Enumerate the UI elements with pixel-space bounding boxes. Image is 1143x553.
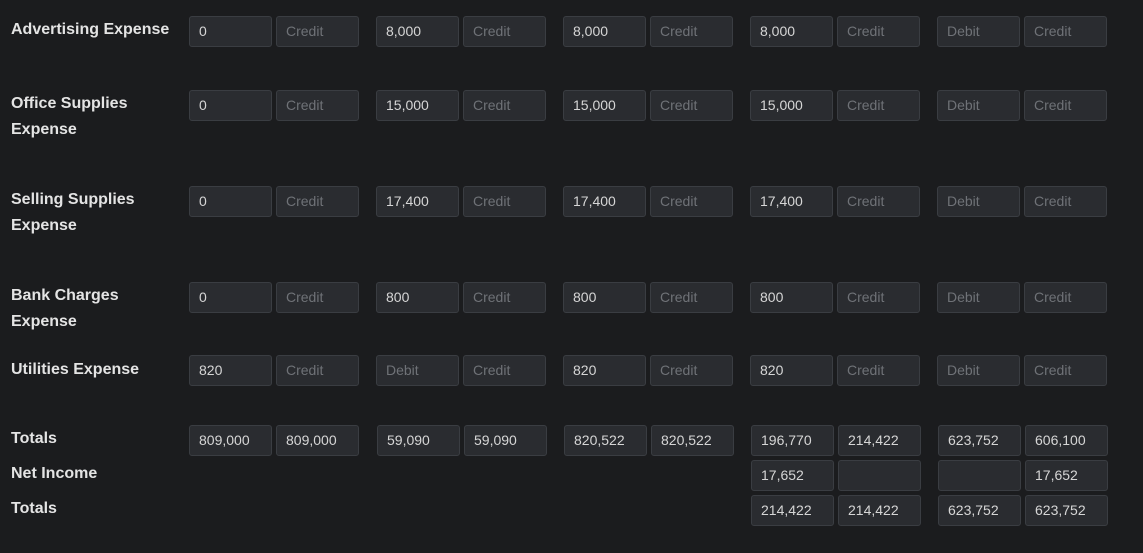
balance-sheet-debit-input[interactable]: Debit bbox=[937, 16, 1020, 47]
trial-balance-debit-total[interactable]: 809,000 bbox=[189, 425, 272, 456]
adjusted-tb-debit-input[interactable]: 800 bbox=[563, 282, 646, 313]
balance-sheet-credit-input[interactable]: Credit bbox=[1024, 186, 1107, 217]
adjustments-debit-input[interactable]: 17,400 bbox=[376, 186, 459, 217]
adjustments-debit-total[interactable]: 59,090 bbox=[377, 425, 460, 456]
balance-sheet-credit-input[interactable]: Credit bbox=[1024, 355, 1107, 386]
adjusted-tb-credit-input[interactable]: Credit bbox=[650, 282, 733, 313]
adjustments-credit-input[interactable]: Credit bbox=[463, 355, 546, 386]
income-statement-debit-input[interactable]: 15,000 bbox=[750, 90, 833, 121]
income-statement-debit-total[interactable]: 196,770 bbox=[751, 425, 834, 456]
row-label-selling-supplies-expense: Selling Supplies Expense bbox=[11, 191, 135, 234]
income-statement-credit-input[interactable]: Credit bbox=[837, 16, 920, 47]
trial-balance-credit-input[interactable]: Credit bbox=[276, 355, 359, 386]
adjusted-tb-debit-input[interactable]: 17,400 bbox=[563, 186, 646, 217]
worksheet: Advertising Expense 0 Credit 8,000 Credi… bbox=[0, 0, 1143, 553]
trial-balance-credit-input[interactable]: Credit bbox=[276, 282, 359, 313]
trial-balance-credit-input[interactable]: Credit bbox=[276, 16, 359, 47]
balance-sheet-debit-input[interactable]: Debit bbox=[937, 355, 1020, 386]
trial-balance-credit-input[interactable]: Credit bbox=[276, 90, 359, 121]
income-statement-debit-input[interactable]: 820 bbox=[750, 355, 833, 386]
income-statement-credit-total[interactable]: 214,422 bbox=[838, 425, 921, 456]
adjustments-debit-input[interactable]: Debit bbox=[376, 355, 459, 386]
trial-balance-debit-input[interactable]: 0 bbox=[189, 90, 272, 121]
adjustments-debit-input[interactable]: 800 bbox=[376, 282, 459, 313]
row-label-advertising-expense: Advertising Expense bbox=[11, 21, 170, 38]
trial-balance-debit-input[interactable]: 0 bbox=[189, 186, 272, 217]
income-statement-credit-input[interactable]: Credit bbox=[837, 90, 920, 121]
final-bs-debit-total[interactable]: 623,752 bbox=[938, 495, 1021, 526]
trial-balance-debit-input[interactable]: 820 bbox=[189, 355, 272, 386]
final-bs-credit-total[interactable]: 623,752 bbox=[1025, 495, 1108, 526]
row-label-bank-charges-expense: Bank Charges Expense bbox=[11, 287, 119, 330]
net-income-bs-credit[interactable]: 17,652 bbox=[1025, 460, 1108, 491]
balance-sheet-credit-input[interactable]: Credit bbox=[1024, 282, 1107, 313]
adjustments-credit-input[interactable]: Credit bbox=[463, 16, 546, 47]
income-statement-credit-input[interactable]: Credit bbox=[837, 282, 920, 313]
row-label-utilities-expense: Utilities Expense bbox=[11, 361, 140, 378]
row-label-office-supplies-expense: Office Supplies Expense bbox=[11, 95, 128, 138]
adjusted-tb-credit-input[interactable]: Credit bbox=[650, 186, 733, 217]
adjustments-debit-input[interactable]: 8,000 bbox=[376, 16, 459, 47]
adjusted-tb-debit-total[interactable]: 820,522 bbox=[564, 425, 647, 456]
trial-balance-credit-input[interactable]: Credit bbox=[276, 186, 359, 217]
income-statement-credit-input[interactable]: Credit bbox=[837, 186, 920, 217]
income-statement-debit-input[interactable]: 8,000 bbox=[750, 16, 833, 47]
trial-balance-credit-total[interactable]: 809,000 bbox=[276, 425, 359, 456]
totals-label: Totals bbox=[11, 430, 57, 447]
balance-sheet-debit-input[interactable]: Debit bbox=[937, 282, 1020, 313]
adjusted-tb-credit-input[interactable]: Credit bbox=[650, 16, 733, 47]
net-income-is-credit[interactable] bbox=[838, 460, 921, 491]
balance-sheet-debit-total[interactable]: 623,752 bbox=[938, 425, 1021, 456]
adjusted-tb-credit-input[interactable]: Credit bbox=[650, 355, 733, 386]
balance-sheet-debit-input[interactable]: Debit bbox=[937, 186, 1020, 217]
final-is-debit-total[interactable]: 214,422 bbox=[751, 495, 834, 526]
final-is-credit-total[interactable]: 214,422 bbox=[838, 495, 921, 526]
income-statement-debit-input[interactable]: 17,400 bbox=[750, 186, 833, 217]
adjusted-tb-debit-input[interactable]: 820 bbox=[563, 355, 646, 386]
net-income-is-debit[interactable]: 17,652 bbox=[751, 460, 834, 491]
income-statement-debit-input[interactable]: 800 bbox=[750, 282, 833, 313]
balance-sheet-credit-total[interactable]: 606,100 bbox=[1025, 425, 1108, 456]
trial-balance-debit-input[interactable]: 0 bbox=[189, 282, 272, 313]
balance-sheet-debit-input[interactable]: Debit bbox=[937, 90, 1020, 121]
adjusted-tb-credit-total[interactable]: 820,522 bbox=[651, 425, 734, 456]
balance-sheet-credit-input[interactable]: Credit bbox=[1024, 90, 1107, 121]
trial-balance-debit-input[interactable]: 0 bbox=[189, 16, 272, 47]
net-income-bs-debit[interactable] bbox=[938, 460, 1021, 491]
adjustments-debit-input[interactable]: 15,000 bbox=[376, 90, 459, 121]
adjusted-tb-debit-input[interactable]: 15,000 bbox=[563, 90, 646, 121]
income-statement-credit-input[interactable]: Credit bbox=[837, 355, 920, 386]
adjustments-credit-input[interactable]: Credit bbox=[463, 90, 546, 121]
adjusted-tb-debit-input[interactable]: 8,000 bbox=[563, 16, 646, 47]
final-totals-label: Totals bbox=[11, 500, 57, 517]
adjustments-credit-input[interactable]: Credit bbox=[463, 282, 546, 313]
net-income-label: Net Income bbox=[11, 465, 98, 482]
adjustments-credit-total[interactable]: 59,090 bbox=[464, 425, 547, 456]
balance-sheet-credit-input[interactable]: Credit bbox=[1024, 16, 1107, 47]
adjusted-tb-credit-input[interactable]: Credit bbox=[650, 90, 733, 121]
adjustments-credit-input[interactable]: Credit bbox=[463, 186, 546, 217]
